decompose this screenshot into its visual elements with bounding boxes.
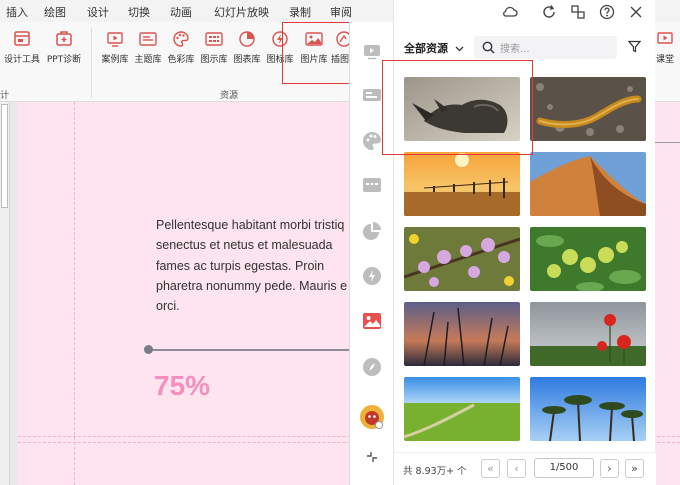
grass-sunset-image[interactable] <box>404 302 520 366</box>
resource-group-label: 资源 <box>220 91 239 101</box>
resource-filter-dropdown[interactable]: 全部资源 <box>404 40 464 56</box>
rhino-image[interactable] <box>404 77 520 141</box>
next-page-button[interactable]: › <box>600 459 619 478</box>
search-icon <box>482 41 495 54</box>
palette-icon[interactable] <box>361 130 383 152</box>
diagram-library-icon <box>205 32 223 46</box>
search-input[interactable]: 搜索... <box>474 36 617 59</box>
slide-body-text[interactable]: Pellentesque habitant morbi tristiq sene… <box>156 215 356 316</box>
snake-image[interactable] <box>530 77 646 141</box>
ppt-diagnosis-label: PPT诊断 <box>46 55 82 65</box>
design-tool-label: 设计工具 <box>3 55 40 65</box>
vertical-scrollbar[interactable] <box>0 102 10 485</box>
menu-review[interactable]: 审阅 <box>330 4 352 20</box>
theme-library-icon <box>139 32 157 46</box>
menu-animation[interactable]: 动画 <box>170 4 192 20</box>
cloud-icon[interactable] <box>502 4 518 20</box>
image-resource-panel: 全部资源 搜索... 共 8.93万+ 个 « ‹ 1/500 › » <box>393 0 656 485</box>
chevron-down-icon <box>455 46 464 52</box>
ribbon-separator <box>91 28 92 98</box>
image-library-button[interactable]: 图片库 <box>295 30 333 90</box>
percent-text[interactable]: 75% <box>154 370 210 402</box>
scrollbar-thumb[interactable] <box>1 104 8 208</box>
resource-filter-label: 全部资源 <box>404 42 448 55</box>
progress-dot <box>144 345 153 354</box>
classroom-button[interactable]: 课堂 <box>652 30 678 90</box>
decor-line <box>654 142 680 143</box>
sunset-fence-image[interactable] <box>404 152 520 216</box>
compass-icon[interactable] <box>361 356 383 378</box>
sand-dune-image[interactable] <box>530 152 646 216</box>
last-page-button[interactable]: » <box>625 459 644 478</box>
menu-insert[interactable]: 插入 <box>6 4 28 20</box>
menu-record[interactable]: 录制 <box>289 4 311 20</box>
icon-library-button[interactable]: 图标库 <box>261 30 299 90</box>
progress-line <box>149 349 349 351</box>
image-library-label: 图片库 <box>300 55 328 65</box>
illustration-button[interactable]: 插图 <box>329 30 351 90</box>
image-library-icon <box>305 32 323 46</box>
collapse-icon[interactable] <box>365 450 379 464</box>
filter-icon[interactable] <box>628 40 641 53</box>
guide-line <box>74 102 75 485</box>
menu-slideshow[interactable]: 幻灯片放映 <box>214 4 269 20</box>
ppt-diagnosis-button[interactable]: PPT诊断 <box>44 30 84 90</box>
design-tool-icon <box>14 31 30 46</box>
image-icon[interactable] <box>361 310 383 332</box>
lightning-icon[interactable] <box>361 265 383 287</box>
palette-icon <box>173 31 189 47</box>
close-icon[interactable] <box>628 4 644 20</box>
first-page-button[interactable]: « <box>481 459 500 478</box>
pagination-bar: 共 8.93万+ 个 « ‹ 1/500 › » <box>394 452 656 485</box>
resource-rail <box>349 22 393 485</box>
red-poppies-image[interactable] <box>530 302 646 366</box>
classroom-icon <box>657 32 673 44</box>
illustration-icon <box>336 31 350 47</box>
page-input[interactable]: 1/500 <box>534 458 594 478</box>
pie-chart-icon[interactable] <box>361 220 383 242</box>
blossom-branch-image[interactable] <box>404 227 520 291</box>
menu-design[interactable]: 设计 <box>87 4 109 20</box>
switch-window-icon[interactable] <box>570 4 586 20</box>
app-window: 插入 绘图 设计 切换 动画 幻灯片放映 录制 审阅 设计工具 PPT诊断 计 … <box>0 0 680 485</box>
menu-draw[interactable]: 绘图 <box>44 4 66 20</box>
search-placeholder: 搜索... <box>500 44 530 55</box>
menu-transition[interactable]: 切换 <box>128 4 150 20</box>
total-count: 共 8.93万+ 个 <box>403 466 467 477</box>
icon-library-icon <box>272 31 288 47</box>
panel-toolbar <box>394 0 656 26</box>
classroom-label: 课堂 <box>655 55 674 65</box>
theme-icon[interactable] <box>361 84 383 106</box>
illustration-label: 插图 <box>330 55 349 65</box>
green-field-image[interactable] <box>404 377 520 441</box>
video-icon[interactable] <box>361 40 383 62</box>
help-icon[interactable] <box>599 4 615 20</box>
user-avatar-icon[interactable] <box>359 404 385 430</box>
chart-library-icon <box>239 31 255 47</box>
design-tool-button[interactable]: 设计工具 <box>2 30 42 90</box>
refresh-icon[interactable] <box>541 4 557 20</box>
icon-library-label: 图标库 <box>266 55 294 65</box>
prev-page-button[interactable]: ‹ <box>507 459 526 478</box>
green-fruit-image[interactable] <box>530 227 646 291</box>
palm-trees-image[interactable] <box>530 377 646 441</box>
design-group-label: 计 <box>0 91 10 101</box>
case-library-icon <box>107 32 123 47</box>
table-icon[interactable] <box>361 174 383 196</box>
diagnosis-icon <box>56 31 72 46</box>
